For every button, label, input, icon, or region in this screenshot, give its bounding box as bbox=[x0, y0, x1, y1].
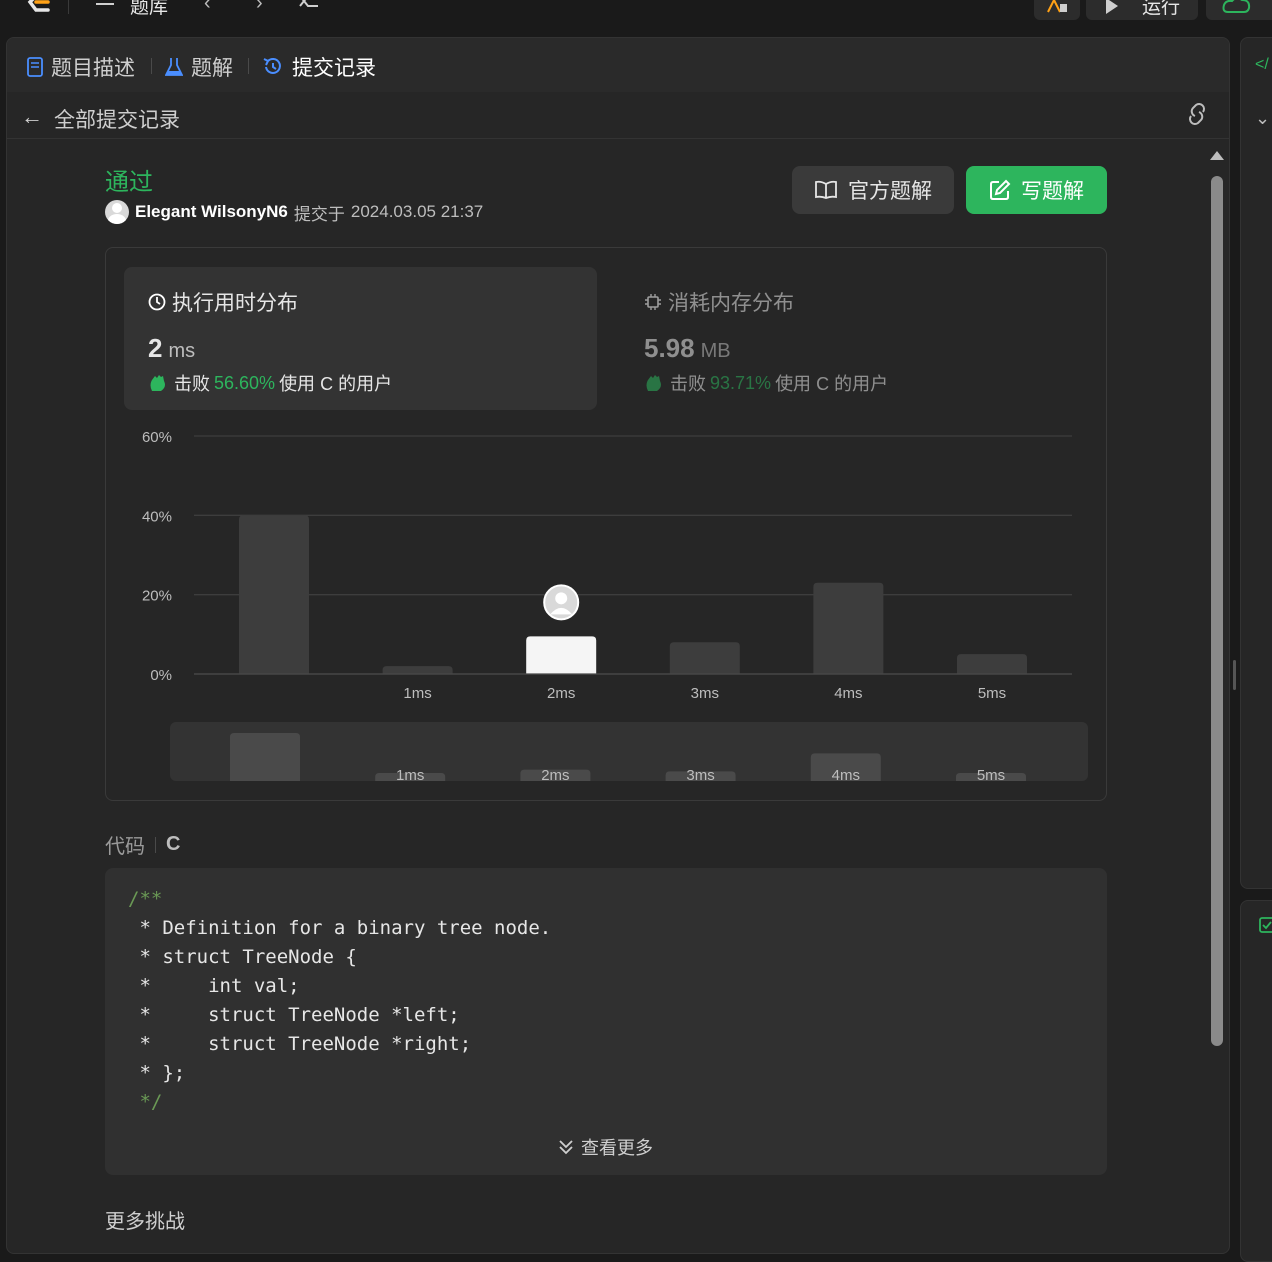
divider bbox=[68, 0, 69, 14]
chart-bar bbox=[957, 654, 1027, 674]
x-tick-label: 2ms bbox=[547, 685, 575, 702]
author-name[interactable]: Elegant WilsonyN6 bbox=[135, 202, 288, 222]
debug-lock-icon bbox=[1047, 0, 1067, 13]
tab-divider bbox=[151, 58, 152, 74]
double-chevron-down-icon bbox=[559, 1140, 573, 1155]
scrollbar-thumb[interactable] bbox=[1211, 176, 1223, 1046]
submission-panel: 题目描述 题解 提交记录 ← 全部提交记录 通过 Elegant Wilsony… bbox=[6, 37, 1230, 1254]
run-label: 运行 bbox=[1142, 0, 1181, 18]
code-label: 代码 bbox=[105, 836, 145, 858]
tab-divider bbox=[248, 58, 249, 74]
minimap-label: 1ms bbox=[396, 767, 424, 784]
show-more-button[interactable]: 查看更多 bbox=[557, 1134, 653, 1160]
write-solution-button[interactable]: 写题解 bbox=[966, 166, 1107, 214]
submit-button[interactable] bbox=[1206, 0, 1272, 20]
code-line: */ bbox=[128, 1091, 163, 1113]
tab-description[interactable]: 题目描述 bbox=[27, 52, 135, 82]
x-tick-label: 3ms bbox=[691, 685, 719, 702]
chart-bar bbox=[526, 636, 597, 674]
avatar[interactable] bbox=[105, 200, 129, 224]
chart-bar bbox=[239, 515, 309, 674]
cloud-upload-icon bbox=[1222, 0, 1251, 13]
minimap-bar bbox=[230, 733, 300, 781]
code-brackets-icon: </ bbox=[1255, 56, 1269, 73]
performance-card: 执行用时分布 2 ms 击败 56.60% 使用 C 的用户 消耗内存分布 5.… bbox=[105, 247, 1107, 801]
divider bbox=[155, 836, 156, 853]
problem-library-link[interactable]: 题库 bbox=[130, 0, 168, 19]
document-icon bbox=[27, 57, 43, 77]
code-line: * struct TreeNode *right; bbox=[139, 1033, 472, 1055]
y-tick-label: 20% bbox=[142, 588, 172, 605]
code-editor-panel: </ ⌄ bbox=[1240, 37, 1272, 889]
author-row: Elegant WilsonyN6 提交于 2024.03.05 21:37 bbox=[105, 200, 483, 224]
tab-label: 提交记录 bbox=[292, 57, 376, 80]
runtime-distribution-chart[interactable]: 0% 20% 40% 60% 1ms 2ms 3ms 4ms 5ms 1ms 2ms 3ms 4ms 5m… bbox=[106, 248, 1106, 800]
all-submissions-title[interactable]: 全部提交记录 bbox=[54, 104, 180, 134]
chart-minimap bbox=[170, 722, 1088, 781]
submission-subheader: ← 全部提交记录 bbox=[7, 92, 1229, 139]
show-more-label: 查看更多 bbox=[581, 1138, 653, 1158]
tab-submissions[interactable]: 提交记录 bbox=[262, 52, 376, 82]
chart-bar bbox=[382, 666, 453, 674]
code-line: * struct TreeNode *left; bbox=[139, 1004, 460, 1026]
leetcode-logo-icon[interactable] bbox=[22, 0, 54, 16]
list-icon[interactable] bbox=[94, 0, 118, 8]
y-tick-label: 0% bbox=[150, 667, 172, 684]
code-header: 代码 C bbox=[105, 830, 180, 859]
minimap-label: 3ms bbox=[686, 767, 714, 784]
code-line: /** bbox=[128, 888, 163, 910]
submitted-time: 2024.03.05 21:37 bbox=[350, 202, 484, 221]
x-tick-label: 4ms bbox=[834, 685, 862, 702]
code-text: /** * Definition for a binary tree node.… bbox=[128, 885, 551, 1117]
code-language: C bbox=[166, 833, 181, 855]
code-block[interactable]: /** * Definition for a binary tree node.… bbox=[105, 868, 1107, 1175]
shuffle-icon[interactable] bbox=[298, 0, 322, 10]
code-line: * }; bbox=[139, 1062, 186, 1084]
scroll-up-arrow-icon[interactable] bbox=[1210, 151, 1224, 160]
tab-solutions[interactable]: 题解 bbox=[165, 52, 233, 82]
code-line: * struct TreeNode { bbox=[139, 946, 357, 968]
code-line: * int val; bbox=[139, 975, 300, 997]
edit-icon bbox=[990, 179, 1011, 200]
chevron-right-icon[interactable]: › bbox=[256, 0, 263, 15]
official-solution-label: 官方题解 bbox=[848, 180, 932, 203]
write-solution-label: 写题解 bbox=[1021, 180, 1084, 203]
play-icon bbox=[1106, 0, 1118, 14]
history-icon bbox=[263, 58, 281, 74]
x-tick-label: 5ms bbox=[978, 685, 1006, 702]
testcase-panel bbox=[1240, 900, 1272, 1262]
book-icon bbox=[815, 180, 837, 199]
language-selector-icon[interactable]: ⌄ bbox=[1255, 108, 1270, 129]
more-challenges-heading: 更多挑战 bbox=[105, 1211, 185, 1233]
official-solution-button[interactable]: 官方题解 bbox=[792, 166, 954, 214]
chart-bar bbox=[669, 642, 740, 674]
submitted-prefix: 提交于 bbox=[293, 204, 345, 224]
tab-label: 题目描述 bbox=[51, 57, 135, 80]
panel-resize-handle[interactable] bbox=[1233, 660, 1236, 690]
x-tick-label: 1ms bbox=[403, 685, 431, 702]
code-line: * Definition for a binary tree node. bbox=[139, 917, 552, 939]
link-icon[interactable] bbox=[1183, 102, 1211, 126]
debug-button[interactable] bbox=[1034, 0, 1080, 20]
y-tick-label: 40% bbox=[142, 508, 172, 525]
top-bar: 题库 ‹ › 运行 bbox=[0, 0, 1272, 30]
chart-bar bbox=[813, 582, 884, 674]
minimap-label: 2ms bbox=[541, 767, 569, 784]
chevron-left-icon[interactable]: ‹ bbox=[204, 0, 211, 15]
status-badge: 通过 bbox=[105, 169, 153, 196]
avatar-head bbox=[555, 592, 568, 605]
y-tick-label: 60% bbox=[142, 429, 172, 446]
back-arrow-icon[interactable]: ← bbox=[21, 104, 43, 130]
checkbox-icon bbox=[1259, 917, 1272, 933]
tab-bar: 题目描述 题解 提交记录 bbox=[7, 38, 1229, 92]
minimap-label: 4ms bbox=[832, 767, 860, 784]
tab-label: 题解 bbox=[191, 57, 233, 80]
minimap-label: 5ms bbox=[977, 767, 1005, 784]
flask-icon bbox=[165, 58, 183, 76]
